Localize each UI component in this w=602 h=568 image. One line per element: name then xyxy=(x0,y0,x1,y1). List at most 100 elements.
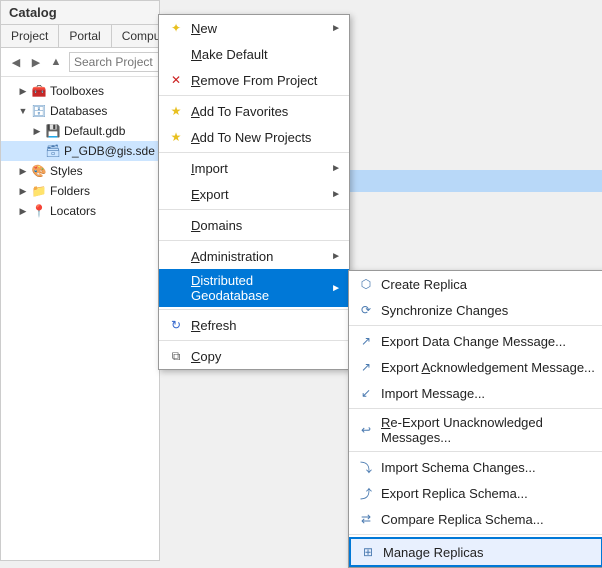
separator-d2 xyxy=(349,408,602,409)
tree-item-databases[interactable]: ▼ 🗄 Databases xyxy=(1,101,159,121)
expand-arrow: ▼ xyxy=(17,105,29,117)
toolbox-icon: 🧰 xyxy=(31,83,47,99)
tree-item-styles[interactable]: ▶ 🎨 Styles xyxy=(1,161,159,181)
manage-replicas-label: Manage Replicas xyxy=(383,545,593,560)
export-schema-icon: ⤴ xyxy=(357,484,375,502)
tree-item-defaultgdb[interactable]: ▶ 💾 Default.gdb xyxy=(1,121,159,141)
tree-area: ▶ 🧰 Toolboxes ▼ 🗄 Databases ▶ 💾 Default.… xyxy=(1,77,159,225)
expand-arrow: ▶ xyxy=(17,165,29,177)
menu-item-export-data[interactable]: ↗ Export Data Change Message... xyxy=(349,328,602,354)
sde-icon: 🗃 xyxy=(45,143,61,159)
default-icon xyxy=(167,45,185,63)
import-schema-icon: ⤵ xyxy=(357,458,375,476)
menu-item-synchronize[interactable]: ⟳ Synchronize Changes xyxy=(349,297,602,323)
x-icon: ✕ xyxy=(167,71,185,89)
menu-item-make-default[interactable]: Make Default xyxy=(159,41,349,67)
tree-item-folders[interactable]: ▶ 📁 Folders xyxy=(1,181,159,201)
menu-item-manage-replicas[interactable]: ⊞ Manage Replicas xyxy=(349,537,602,567)
catalog-tabs: Project Portal Compute xyxy=(1,25,159,48)
up-icon[interactable]: ▲ xyxy=(47,53,65,71)
separator-5 xyxy=(159,309,349,310)
export-data-label: Export Data Change Message... xyxy=(381,334,595,349)
databases-label: Databases xyxy=(50,104,107,118)
expand-arrow xyxy=(31,145,43,157)
export-data-icon: ↗ xyxy=(357,332,375,350)
create-replica-icon: ⬡ xyxy=(357,275,375,293)
menu-item-domains[interactable]: Domains xyxy=(159,212,349,238)
catalog-title: Catalog xyxy=(1,1,159,25)
menu-item-remove[interactable]: ✕ Remove From Project xyxy=(159,67,349,93)
context-menu-primary: ✦ New ► Make Default ✕ Remove From Proje… xyxy=(158,14,350,370)
export-icon xyxy=(167,185,185,203)
separator-3 xyxy=(159,209,349,210)
add-new-projects-label: Add To New Projects xyxy=(191,130,341,145)
search-bar: ◀ ▶ ▲ xyxy=(1,48,159,77)
import-schema-label: Import Schema Changes... xyxy=(381,460,595,475)
separator-d3 xyxy=(349,451,602,452)
expand-arrow: ▶ xyxy=(17,85,29,97)
separator-4 xyxy=(159,240,349,241)
tree-item-toolboxes[interactable]: ▶ 🧰 Toolboxes xyxy=(1,81,159,101)
star2-icon: ★ xyxy=(167,128,185,146)
star-icon: ★ xyxy=(167,102,185,120)
menu-item-export-ack[interactable]: ↗ Export Acknowledgement Message... xyxy=(349,354,602,380)
menu-item-refresh[interactable]: ↻ Refresh xyxy=(159,312,349,338)
add-favorites-label: Add To Favorites xyxy=(191,104,341,119)
search-input[interactable] xyxy=(69,52,169,72)
tab-portal[interactable]: Portal xyxy=(59,25,111,47)
context-menu-distributed: ⬡ Create Replica ⟳ Synchronize Changes ↗… xyxy=(348,270,602,568)
menu-item-create-replica[interactable]: ⬡ Create Replica xyxy=(349,271,602,297)
forward-icon[interactable]: ▶ xyxy=(27,53,45,71)
styles-label: Styles xyxy=(50,164,83,178)
separator-6 xyxy=(159,340,349,341)
databases-icon: 🗄 xyxy=(31,103,47,119)
tree-item-sde[interactable]: 🗃 P_GDB@gis.sde xyxy=(1,141,159,161)
folders-label: Folders xyxy=(50,184,90,198)
export-ack-label: Export Acknowledgement Message... xyxy=(381,360,595,375)
menu-item-administration[interactable]: Administration ► xyxy=(159,243,349,269)
domains-label: Domains xyxy=(191,218,341,233)
export-schema-label: Export Replica Schema... xyxy=(381,486,595,501)
menu-item-export-schema[interactable]: ⤴ Export Replica Schema... xyxy=(349,480,602,506)
submenu-arrow: ► xyxy=(331,23,341,34)
sync-icon: ⟳ xyxy=(357,301,375,319)
menu-item-distributed-geodatabase[interactable]: Distributed Geodatabase ► xyxy=(159,269,349,307)
new-label: New xyxy=(191,21,327,36)
menu-item-import-msg[interactable]: ↙ Import Message... xyxy=(349,380,602,406)
import-label: Import xyxy=(191,161,327,176)
back-icon[interactable]: ◀ xyxy=(7,53,25,71)
remove-label: Remove From Project xyxy=(191,73,341,88)
menu-item-new[interactable]: ✦ New ► xyxy=(159,15,349,41)
tab-project[interactable]: Project xyxy=(1,25,59,47)
expand-arrow: ▶ xyxy=(17,185,29,197)
catalog-panel: Catalog Project Portal Compute ◀ ▶ ▲ ▶ 🧰… xyxy=(0,0,160,561)
menu-item-import-schema[interactable]: ⤵ Import Schema Changes... xyxy=(349,454,602,480)
menu-item-export[interactable]: Export ► xyxy=(159,181,349,207)
separator-d4 xyxy=(349,534,602,535)
locators-label: Locators xyxy=(50,204,96,218)
reexport-icon: ↩ xyxy=(357,421,375,439)
manage-replicas-icon: ⊞ xyxy=(359,543,377,561)
sun-icon: ✦ xyxy=(167,19,185,37)
menu-item-import[interactable]: Import ► xyxy=(159,155,349,181)
menu-item-copy[interactable]: ⧉ Copy xyxy=(159,343,349,369)
export-label: Export xyxy=(191,187,327,202)
export-ack-icon: ↗ xyxy=(357,358,375,376)
menu-item-compare-schema[interactable]: ⇄ Compare Replica Schema... xyxy=(349,506,602,532)
menu-item-reexport[interactable]: ↩ Re-Export Unacknowledged Messages... xyxy=(349,411,602,449)
create-replica-label: Create Replica xyxy=(381,277,595,292)
menu-item-add-new-projects[interactable]: ★ Add To New Projects xyxy=(159,124,349,150)
toolboxes-label: Toolboxes xyxy=(50,84,104,98)
admin-icon xyxy=(167,247,185,265)
menu-item-add-favorites[interactable]: ★ Add To Favorites xyxy=(159,98,349,124)
gdb-icon: 💾 xyxy=(45,123,61,139)
make-default-label: Make Default xyxy=(191,47,341,62)
refresh-label: Refresh xyxy=(191,318,341,333)
import-msg-label: Import Message... xyxy=(381,386,595,401)
import-icon xyxy=(167,159,185,177)
expand-arrow: ▶ xyxy=(31,125,43,137)
separator-1 xyxy=(159,95,349,96)
separator-2 xyxy=(159,152,349,153)
tree-item-locators[interactable]: ▶ 📍 Locators xyxy=(1,201,159,221)
submenu-arrow: ► xyxy=(331,283,341,294)
